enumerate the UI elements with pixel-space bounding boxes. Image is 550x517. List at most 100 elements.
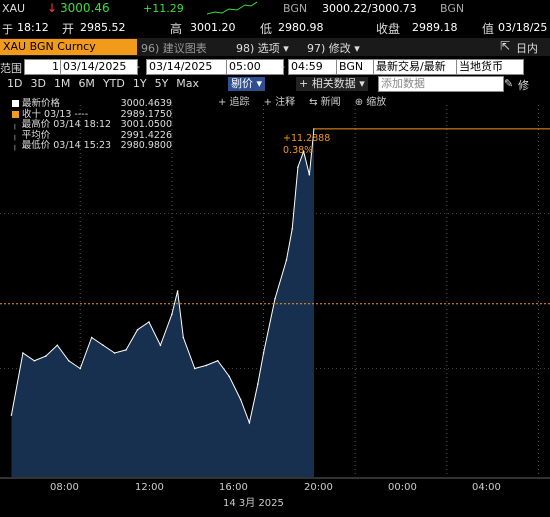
price-chart[interactable] bbox=[0, 105, 550, 480]
price-point bbox=[102, 344, 104, 347]
intraday-label[interactable]: 日内 bbox=[516, 40, 538, 56]
period-max[interactable]: Max bbox=[173, 77, 202, 91]
period-1m[interactable]: 1M bbox=[51, 77, 74, 91]
price-point bbox=[182, 336, 185, 339]
quote-stats: 于 18:12 开 2985.52 高 3001.20 低 2980.98 收盘… bbox=[0, 19, 550, 37]
x-tick-label: 20:00 bbox=[304, 482, 333, 493]
price-point bbox=[262, 352, 265, 354]
price-point bbox=[274, 297, 276, 300]
days-field[interactable]: 1 bbox=[24, 59, 62, 75]
x-tick-label: 16:00 bbox=[219, 482, 248, 493]
low-price: 2980.98 bbox=[278, 21, 324, 34]
low-label: 低 bbox=[260, 22, 273, 36]
change-annotation: +11.2888 bbox=[283, 133, 331, 144]
time-dash: - bbox=[281, 60, 285, 73]
price-point bbox=[257, 383, 259, 385]
down-arrow-icon: ↓ bbox=[47, 1, 58, 15]
price-point bbox=[297, 166, 299, 168]
options-menu[interactable]: 98) 选项 ▾ bbox=[236, 40, 289, 56]
price-point bbox=[291, 228, 293, 230]
chart-legend: 最新价格 3000.4639 收十 03/13 ---- 2989.1750 ╷… bbox=[12, 98, 172, 152]
price-point bbox=[67, 359, 70, 362]
tick-icon: ╷ bbox=[12, 119, 18, 131]
orange-square-icon bbox=[12, 110, 19, 118]
price-point bbox=[176, 290, 179, 292]
legend-name: 最低价 03/14 15:23 bbox=[21, 140, 112, 152]
value-date-label: 值 bbox=[482, 22, 495, 36]
price-point bbox=[90, 336, 93, 339]
legend-name: 收十 03/13 ---- bbox=[22, 108, 89, 120]
period-buttons: 1D 3D 1M 6M YTD 1Y 5Y Max bbox=[4, 77, 202, 91]
ticker-label: XAU bbox=[2, 2, 26, 15]
period-bar: 1D 3D 1M 6M YTD 1Y 5Y Max 剔价 ▾ + 相关数据 ▾ … bbox=[0, 76, 550, 93]
price-point bbox=[193, 367, 196, 370]
price-point bbox=[148, 321, 150, 323]
x-tick-label: 00:00 bbox=[388, 482, 417, 493]
security-field[interactable]: XAU BGN Curncy bbox=[0, 39, 137, 55]
period-ytd[interactable]: YTD bbox=[100, 77, 128, 91]
price-point bbox=[113, 352, 116, 354]
pct-annotation: 0.38% bbox=[283, 145, 314, 156]
price-point bbox=[228, 375, 230, 378]
value-date: 03/18/25 bbox=[498, 21, 548, 34]
x-tick-label: 08:00 bbox=[50, 482, 79, 493]
price-point bbox=[56, 344, 59, 347]
modify-icon[interactable]: ✎ bbox=[504, 77, 513, 90]
end-time-field[interactable]: 04:59 bbox=[288, 59, 338, 75]
price-change: +11.29 bbox=[143, 2, 184, 15]
high-label: 高 bbox=[170, 22, 183, 36]
bid-ask: 3000.22/3000.73 bbox=[322, 2, 417, 15]
add-data-input[interactable]: 添加数据 bbox=[378, 76, 504, 92]
period-5y[interactable]: 5Y bbox=[152, 77, 172, 91]
start-date-field[interactable]: 03/14/2025 bbox=[60, 59, 138, 75]
legend-name: 最高价 03/14 18:12 bbox=[21, 119, 112, 131]
quote-header: XAU ↓ 3000.46 +11.29 BGN 3000.22/3000.73… bbox=[0, 0, 550, 18]
price-point bbox=[205, 364, 208, 367]
open-label: 开 bbox=[62, 22, 75, 36]
suggested-charts-menu[interactable]: 96) 建议图表 bbox=[141, 40, 207, 56]
price-point bbox=[10, 414, 13, 416]
price-point bbox=[45, 355, 47, 357]
price-source: BGN bbox=[283, 2, 308, 15]
related-data-dropdown[interactable]: + 相关数据 ▾ bbox=[296, 77, 368, 91]
period-3d[interactable]: 3D bbox=[27, 77, 48, 91]
chart-toolbar: XAU BGN Curncy 96) 建议图表 98) 选项 ▾ 97) 修改 … bbox=[0, 38, 550, 56]
export-icon[interactable]: ⇱ bbox=[500, 39, 510, 53]
time-label: 于 bbox=[2, 23, 13, 36]
price-point bbox=[308, 173, 311, 176]
modify-button[interactable]: 修 bbox=[518, 77, 529, 93]
price-point bbox=[136, 328, 139, 331]
pricing-field[interactable]: 最新交易/最新 bbox=[373, 59, 457, 75]
x-tick-label: 04:00 bbox=[472, 482, 501, 493]
price-point bbox=[79, 367, 82, 370]
close-label: 收盘 bbox=[376, 22, 401, 36]
sparkline-icon bbox=[207, 1, 257, 15]
chart-type-dropdown[interactable]: 剔价 ▾ bbox=[228, 77, 266, 91]
price-area bbox=[11, 128, 314, 477]
end-date-field[interactable]: 03/14/2025 bbox=[146, 59, 228, 75]
bid-ask-source: BGN bbox=[440, 2, 465, 15]
currency-field[interactable]: 当地货币 bbox=[456, 59, 524, 75]
high-price: 3001.20 bbox=[190, 21, 236, 34]
period-6m[interactable]: 6M bbox=[75, 77, 98, 91]
price-point bbox=[22, 352, 24, 354]
close-price: 2989.18 bbox=[412, 21, 458, 34]
x-tick-label: 12:00 bbox=[135, 482, 164, 493]
range-label: 范围 bbox=[0, 62, 22, 75]
modify-menu[interactable]: 97) 修改 ▾ bbox=[307, 40, 360, 56]
price-point bbox=[248, 421, 251, 424]
quote-time: 18:12 bbox=[17, 21, 49, 34]
price-point bbox=[171, 313, 173, 316]
source-field[interactable]: BGN bbox=[336, 59, 374, 75]
price-point bbox=[239, 398, 242, 401]
legend-name: 最新价格 bbox=[22, 98, 61, 109]
range-bar: 范围 1 03/14/2025 - 03/14/2025 05:00 - 04:… bbox=[0, 59, 550, 75]
period-1d[interactable]: 1D bbox=[4, 77, 25, 91]
start-time-field[interactable]: 05:00 bbox=[226, 59, 284, 75]
price-point bbox=[285, 259, 288, 261]
tick-icon: ╷ bbox=[12, 140, 18, 152]
legend-row-low: ╷ 最低价 03/14 15:23 2980.9800 bbox=[12, 141, 172, 152]
price-point bbox=[159, 344, 162, 347]
period-1y[interactable]: 1Y bbox=[130, 77, 150, 91]
open-price: 2985.52 bbox=[80, 21, 126, 34]
